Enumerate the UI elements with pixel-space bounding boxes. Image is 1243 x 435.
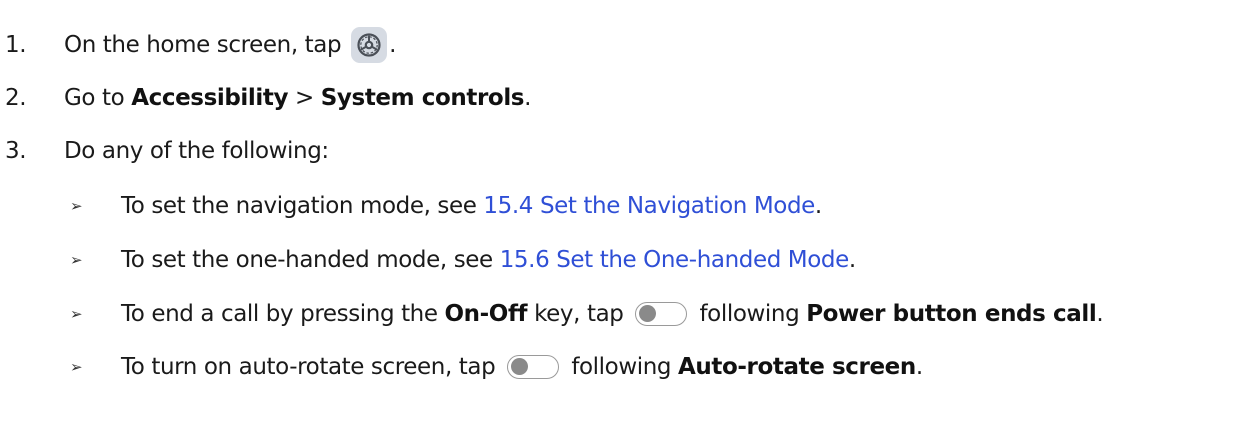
item-suffix: . (915, 354, 923, 380)
item-suffix: . (1096, 301, 1104, 327)
item-text: To turn on auto-rotate screen, tap (121, 354, 496, 380)
auto-rotate-screen-label: Auto-rotate screen (678, 354, 916, 380)
step-text: On the home screen, tap (64, 32, 342, 58)
item-suffix: . (848, 247, 856, 273)
one-handed-mode-link[interactable]: 15.6 Set the One-handed Mode (500, 247, 850, 273)
item-text: To set the navigation mode, see (121, 193, 484, 219)
step-text: Do any of the following: (64, 138, 329, 164)
bullet-arrow-icon: ➢ (70, 305, 83, 323)
separator: > (288, 85, 321, 111)
item-text-mid: key, tap (527, 301, 624, 327)
step-suffix: . (389, 32, 397, 58)
toggle-knob (639, 305, 657, 322)
item-text: To end a call by pressing the (121, 301, 445, 327)
step-number: 1. (5, 32, 27, 58)
item-suffix: . (814, 193, 822, 219)
system-controls-label: System controls (320, 85, 525, 111)
toggle-knob (511, 358, 529, 375)
power-button-ends-call-toggle[interactable] (635, 302, 688, 326)
bullet-arrow-icon: ➢ (70, 197, 83, 215)
item-text-after: following (571, 354, 679, 380)
item-text-after: following (699, 301, 807, 327)
step-text: Go to (64, 85, 132, 111)
settings-gear-icon (351, 27, 388, 63)
accessibility-label: Accessibility (131, 85, 289, 111)
power-button-ends-call-label: Power button ends call (806, 301, 1097, 327)
step-suffix: . (524, 85, 532, 111)
step-number: 3. (5, 138, 27, 164)
auto-rotate-screen-toggle[interactable] (507, 355, 560, 379)
item-text: To set the one-handed mode, see (121, 247, 500, 273)
navigation-mode-link[interactable]: 15.4 Set the Navigation Mode (483, 193, 815, 219)
on-off-key-label: On-Off (444, 301, 528, 327)
step-number: 2. (5, 85, 27, 111)
bullet-arrow-icon: ➢ (70, 251, 83, 269)
bullet-arrow-icon: ➢ (70, 358, 83, 376)
